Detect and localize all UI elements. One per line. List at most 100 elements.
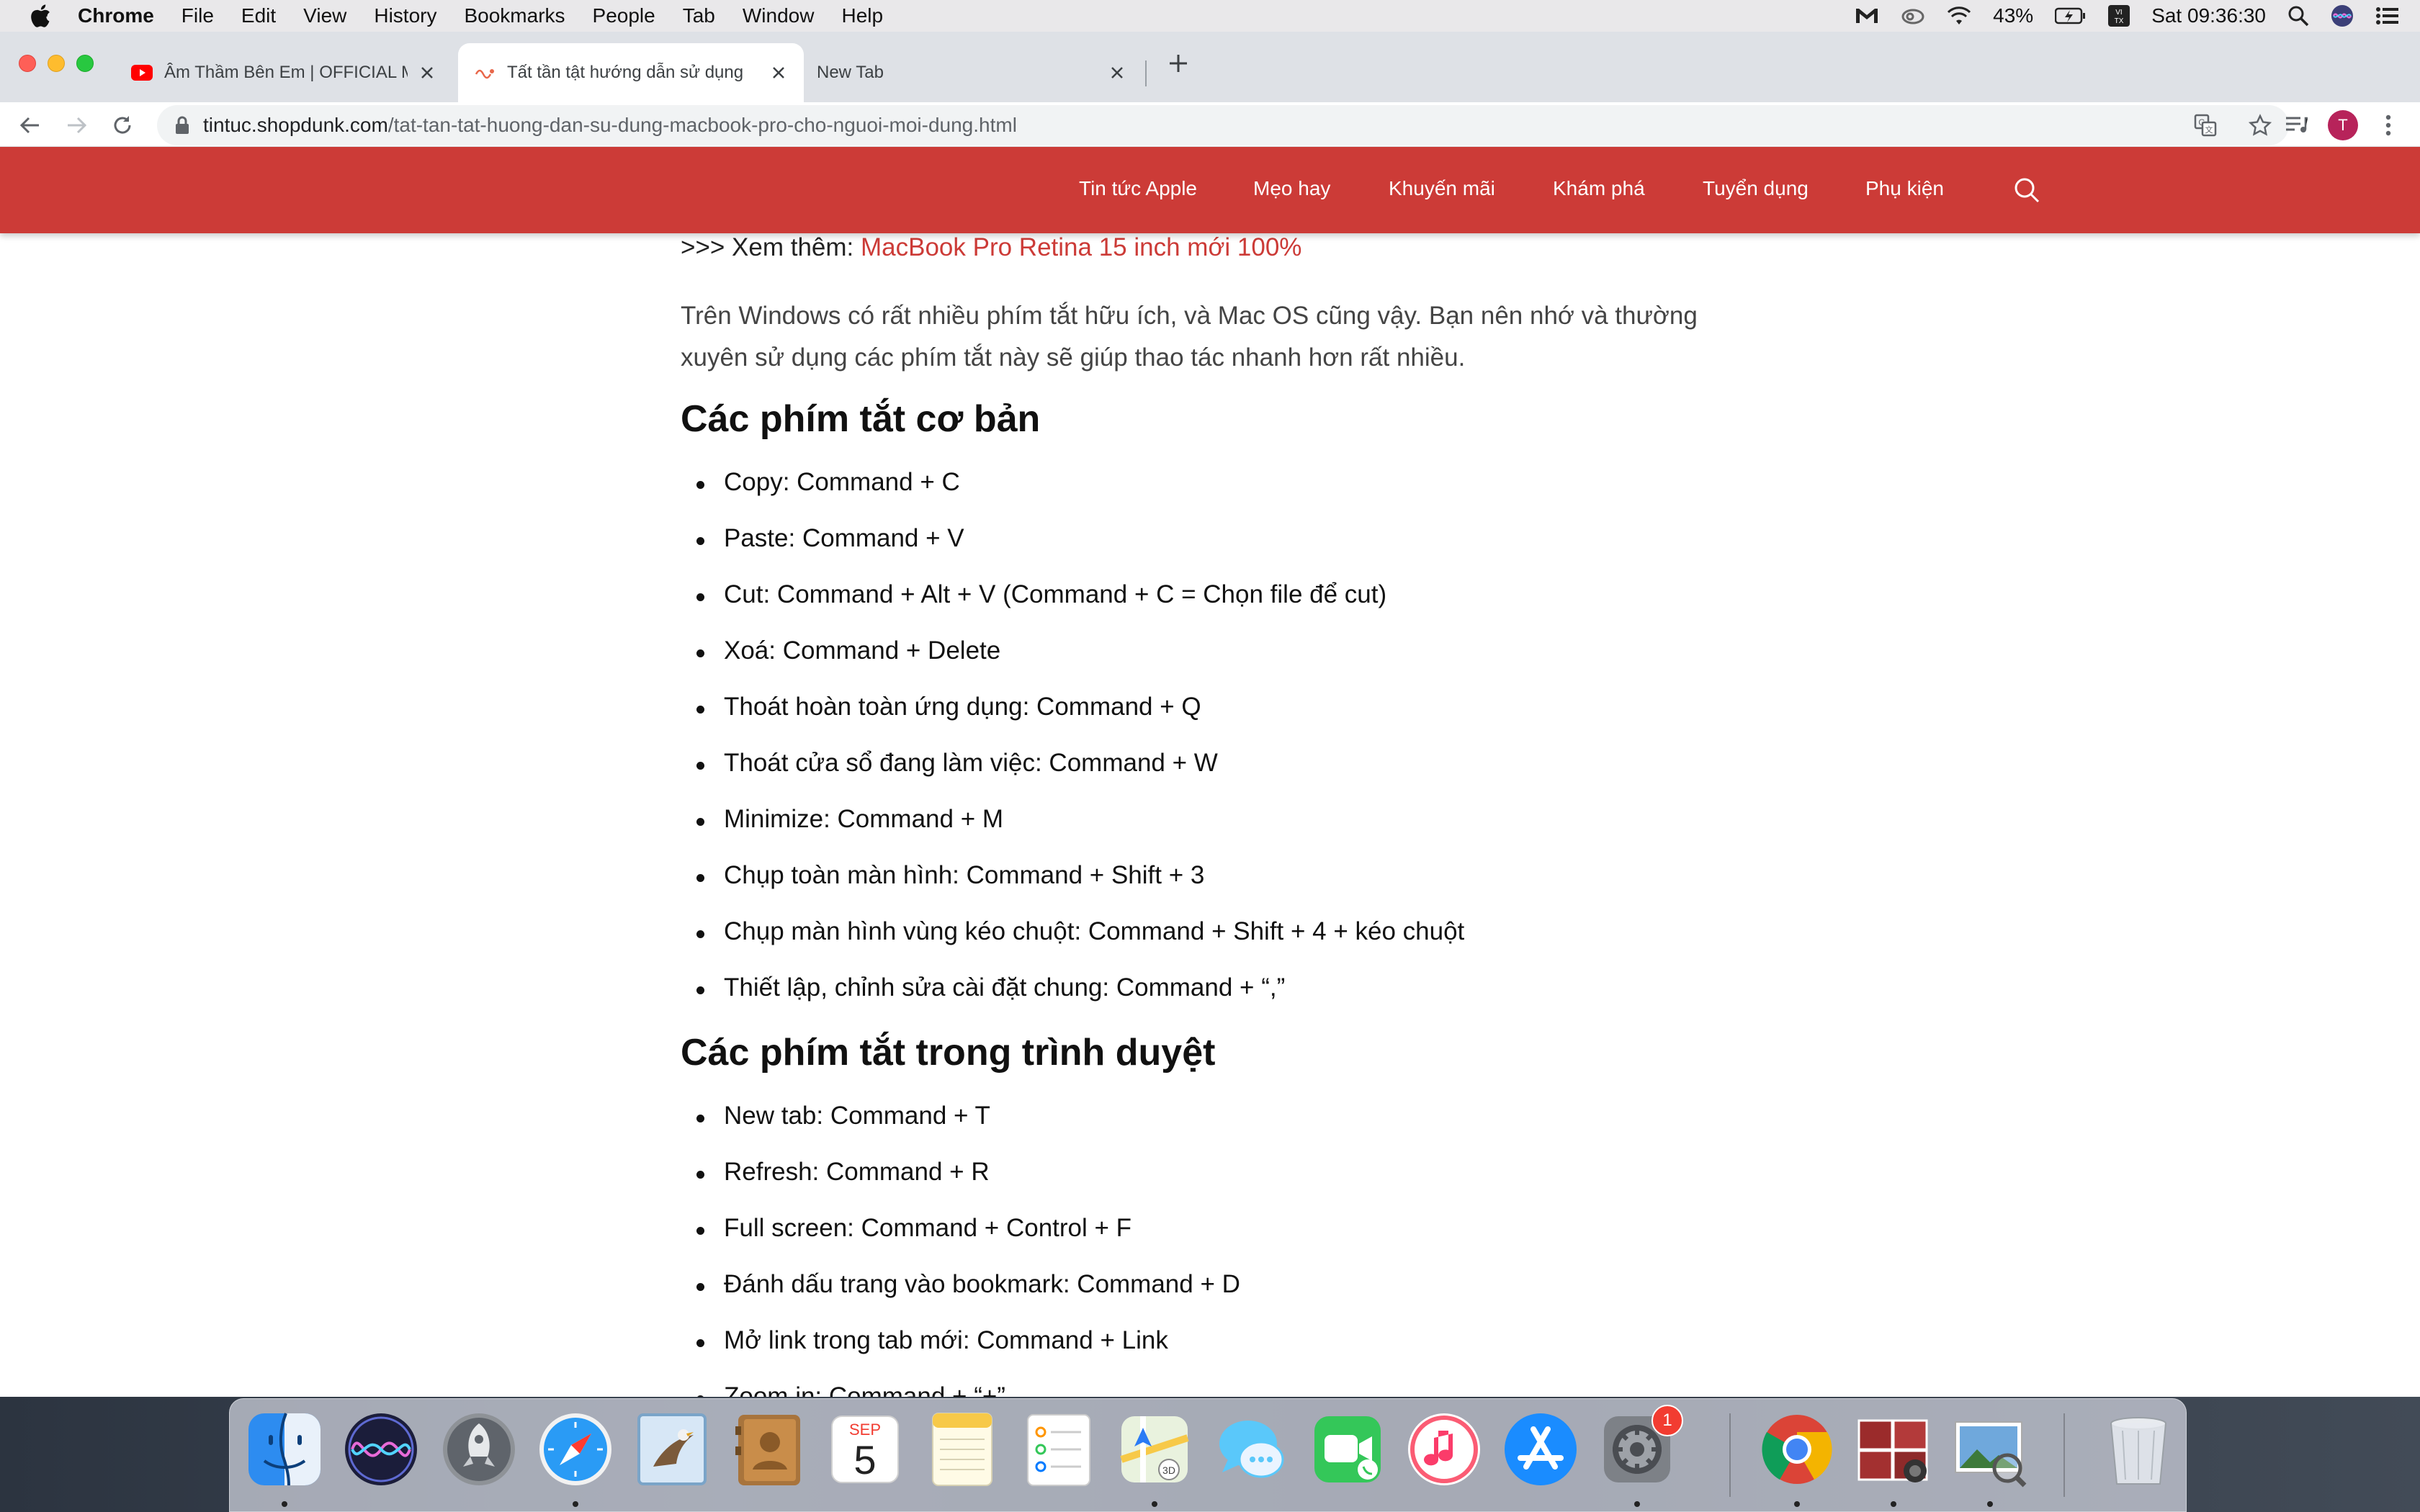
tab-title: New Tab xyxy=(817,63,884,82)
wifi-icon[interactable] xyxy=(1947,6,1971,26)
zoom-window-button[interactable] xyxy=(76,55,94,72)
window-controls xyxy=(19,55,94,72)
maps-icon[interactable]: 3D xyxy=(1114,1409,1195,1490)
siri-icon[interactable] xyxy=(2331,4,2354,27)
list-item: Xoá: Command + Delete xyxy=(696,636,1001,665)
calendar-icon[interactable]: SEP 5 xyxy=(825,1409,905,1490)
list-item: Mở link trong tab mới: Command + Link xyxy=(696,1326,1168,1354)
battery-charging-icon[interactable] xyxy=(2055,7,2087,24)
list-item: Paste: Command + V xyxy=(696,524,964,552)
nav-tuyen-dung[interactable]: Tuyển dụng xyxy=(1703,177,1809,200)
gmail-icon[interactable] xyxy=(1855,6,1879,25)
bookmark-star-icon[interactable] xyxy=(2249,114,2272,137)
itunes-icon[interactable] xyxy=(1404,1409,1484,1490)
apple-menu-icon[interactable] xyxy=(27,4,53,28)
launchpad-icon[interactable] xyxy=(439,1409,519,1490)
menu-help[interactable]: Help xyxy=(841,4,883,27)
menu-file[interactable]: File xyxy=(182,4,214,27)
forward-button[interactable] xyxy=(62,111,91,140)
chrome-menu-icon[interactable] xyxy=(2374,111,2403,140)
tab-shopdunk-article[interactable]: Tất tần tật hướng dẫn sử dụng xyxy=(458,43,804,102)
web-page-viewport[interactable]: >>> Xem thêm: MacBook Pro Retina 15 inch… xyxy=(0,147,2420,1397)
mail-icon[interactable] xyxy=(632,1409,712,1490)
preview-icon[interactable] xyxy=(1950,1409,2030,1490)
nav-kham-pha[interactable]: Khám phá xyxy=(1553,177,1645,200)
nav-phu-kien[interactable]: Phụ kiện xyxy=(1865,177,1944,200)
photo-booth-icon[interactable] xyxy=(1853,1409,1934,1490)
nav-meo-hay[interactable]: Mẹo hay xyxy=(1253,177,1330,200)
lock-icon[interactable] xyxy=(171,115,193,135)
reload-button[interactable] xyxy=(108,111,137,140)
calendar-day: 5 xyxy=(853,1437,877,1482)
creative-cloud-icon[interactable] xyxy=(1901,6,1925,25)
nav-khuyen-mai[interactable]: Khuyến mãi xyxy=(1389,177,1495,200)
address-bar[interactable]: tintuc.shopdunk.com/tat-tan-tat-huong-da… xyxy=(157,105,2289,145)
list-item: Thoát cửa sổ đang làm việc: Command + W xyxy=(696,749,1218,777)
menu-app-name[interactable]: Chrome xyxy=(78,4,154,27)
menu-tab[interactable]: Tab xyxy=(683,4,715,27)
trash-icon[interactable] xyxy=(2098,1409,2179,1490)
menu-view[interactable]: View xyxy=(303,4,346,27)
facetime-icon[interactable] xyxy=(1307,1409,1388,1490)
notes-icon[interactable] xyxy=(921,1409,1002,1490)
media-controls-icon[interactable] xyxy=(2282,111,2311,140)
menu-bookmarks[interactable]: Bookmarks xyxy=(464,4,565,27)
input-source-icon[interactable]: VI TX xyxy=(2108,5,2130,27)
list-item: Minimize: Command + M xyxy=(696,805,1004,833)
menu-history[interactable]: History xyxy=(374,4,436,27)
system-preferences-icon[interactable]: 1 xyxy=(1597,1405,1683,1490)
messages-icon[interactable] xyxy=(1211,1409,1291,1490)
section-heading-basic-shortcuts: Các phím tắt cơ bản xyxy=(681,398,1041,440)
app-store-icon[interactable] xyxy=(1500,1409,1581,1490)
tab-title: Âm Thầm Bên Em | OFFICIAL M xyxy=(164,63,408,82)
safari-icon[interactable] xyxy=(535,1409,616,1490)
menu-bar: Chrome File Edit View History Bookmarks … xyxy=(0,0,2420,32)
site-search-icon[interactable] xyxy=(2012,176,2041,204)
back-button[interactable] xyxy=(16,111,45,140)
contacts-icon[interactable] xyxy=(728,1409,809,1490)
running-indicator xyxy=(573,1501,578,1507)
site-navigation: Tin tức Apple Mẹo hay Khuyến mãi Khám ph… xyxy=(0,147,2420,233)
tab-title: Tất tần tật hướng dẫn sử dụng xyxy=(507,63,744,82)
spotlight-search-icon[interactable] xyxy=(2287,5,2309,27)
see-more-link[interactable]: MacBook Pro Retina 15 inch mới 100% xyxy=(861,233,1301,261)
avatar-initial: T xyxy=(2338,116,2348,134)
url-text: tintuc.shopdunk.com/tat-tan-tat-huong-da… xyxy=(203,114,1017,137)
reminders-icon[interactable] xyxy=(1018,1409,1098,1490)
section-heading-browser-shortcuts: Các phím tắt trong trình duyệt xyxy=(681,1032,1216,1074)
new-tab-button[interactable] xyxy=(1165,50,1191,76)
tab-new-tab[interactable]: New Tab xyxy=(801,43,1142,102)
notification-center-icon[interactable] xyxy=(2375,6,2400,26)
list-item: Đánh dấu trang vào bookmark: Command + D xyxy=(696,1270,1240,1298)
tab-strip: Âm Thầm Bên Em | OFFICIAL M Tất tần tật … xyxy=(0,32,2420,102)
nav-tin-tuc-apple[interactable]: Tin tức Apple xyxy=(1079,177,1197,200)
minimize-window-button[interactable] xyxy=(48,55,65,72)
url-path: /tat-tan-tat-huong-dan-su-dung-macbook-p… xyxy=(387,114,1017,136)
menu-people[interactable]: People xyxy=(593,4,655,27)
list-item: New tab: Command + T xyxy=(696,1102,990,1130)
translate-icon[interactable]: G文 xyxy=(2194,114,2217,137)
close-tab-icon[interactable] xyxy=(1108,63,1126,82)
close-tab-icon[interactable] xyxy=(418,63,436,82)
close-window-button[interactable] xyxy=(19,55,36,72)
menu-window[interactable]: Window xyxy=(743,4,815,27)
running-indicator xyxy=(282,1501,287,1507)
dock: SEP 5 3D 1 xyxy=(229,1398,2187,1512)
youtube-icon xyxy=(131,62,153,84)
menubar-clock[interactable]: Sat 09:36:30 xyxy=(2151,4,2266,27)
see-more-line: >>> Xem thêm: MacBook Pro Retina 15 inch… xyxy=(681,233,1301,262)
badge-count: 1 xyxy=(1662,1410,1672,1430)
list-item: Chụp màn hình vùng kéo chuột: Command + … xyxy=(696,917,1465,945)
url-host: tintuc.shopdunk.com xyxy=(203,114,388,136)
list-item: Chụp toàn màn hình: Command + Shift + 3 xyxy=(696,861,1205,889)
siri-app-icon[interactable] xyxy=(341,1409,421,1490)
tab-youtube[interactable]: Âm Thầm Bên Em | OFFICIAL M xyxy=(115,43,452,102)
finder-icon[interactable] xyxy=(244,1409,325,1490)
list-item: Cut: Command + Alt + V (Command + C = Ch… xyxy=(696,580,1387,608)
svg-text:文: 文 xyxy=(2205,125,2213,135)
list-item: Zoom in: Command + “+” xyxy=(696,1382,1005,1397)
profile-avatar[interactable]: T xyxy=(2326,110,2360,140)
menu-edit[interactable]: Edit xyxy=(241,4,276,27)
close-tab-icon[interactable] xyxy=(769,63,788,82)
chrome-icon[interactable] xyxy=(1757,1409,1837,1490)
